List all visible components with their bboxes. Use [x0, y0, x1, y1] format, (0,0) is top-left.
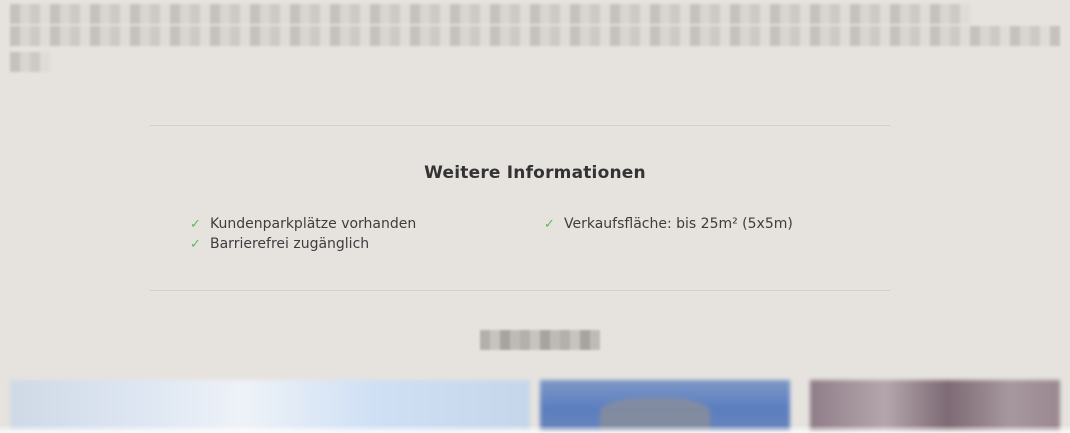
check-icon: ✓: [190, 236, 201, 252]
section-divider-top: [150, 125, 890, 126]
blurred-description-text: [10, 0, 1060, 80]
check-icon: ✓: [544, 216, 555, 232]
feature-label: Barrierefrei zugänglich: [210, 236, 370, 252]
feature-item: ✓ Verkaufsfläche: bis 25m² (5x5m): [544, 214, 793, 234]
bottom-fade: [0, 425, 1070, 433]
feature-label: Kundenparkplätze vorhanden: [210, 216, 417, 232]
feature-item: ✓ Barrierefrei zugänglich: [190, 234, 416, 254]
section-divider-bottom: [150, 290, 890, 291]
feature-label: Verkaufsfläche: bis 25m² (5x5m): [564, 216, 793, 232]
info-section-title: Weitere Informationen: [424, 163, 646, 183]
check-icon: ✓: [190, 216, 201, 232]
blurred-gallery-heading: [480, 330, 600, 350]
feature-item: ✓ Kundenparkplätze vorhanden: [190, 214, 416, 234]
feature-list-right: ✓ Verkaufsfläche: bis 25m² (5x5m): [544, 214, 793, 234]
feature-list-left: ✓ Kundenparkplätze vorhanden ✓ Barrieref…: [190, 214, 416, 254]
